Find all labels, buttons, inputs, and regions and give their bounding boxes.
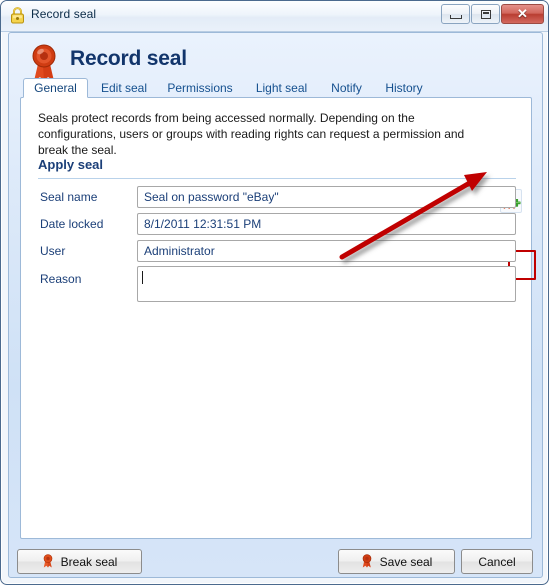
minimize-button[interactable] [441,4,470,24]
tab-history[interactable]: History [373,78,435,98]
seal-name-input[interactable] [137,186,516,208]
text-caret [142,271,143,284]
padlock-icon [11,7,24,24]
tab-notify[interactable]: Notify [319,78,374,98]
description-text: Seals protect records from being accesse… [38,111,465,157]
save-seal-button[interactable]: Save seal [338,549,455,574]
maximize-restore-button[interactable] [471,4,500,24]
date-locked-input[interactable] [137,213,516,235]
save-seal-label: Save seal [379,554,433,569]
user-input[interactable] [137,240,516,262]
close-button[interactable]: ✕ [501,4,544,24]
tab-general[interactable]: General [23,78,88,98]
tab-label: Notify [331,81,362,95]
section-heading: Apply seal [38,157,104,172]
tab-strip: General Edit seal Permissions Light seal… [19,78,534,98]
seal-icon [43,554,52,568]
tab-permissions[interactable]: Permissions [157,78,243,98]
tab-label: General [34,81,77,95]
cancel-button[interactable]: Cancel [461,549,533,574]
date-locked-label: Date locked [40,217,104,231]
seal-icon [362,554,371,568]
cancel-label: Cancel [478,554,516,569]
page-title: Record seal [70,47,187,70]
reason-textarea[interactable] [137,266,516,302]
break-seal-label: Break seal [60,554,118,569]
reason-label: Reason [40,272,82,286]
break-seal-button[interactable]: Break seal [17,549,142,574]
tab-content-panel: Seals protect records from being accesse… [20,97,536,539]
tab-label: Light seal [255,81,308,95]
tab-label: History [385,81,423,95]
section-divider [38,178,516,179]
title-bar: Record seal ✕ [1,1,548,32]
dialog-body: Record seal General Edit seal Permission… [8,32,543,578]
user-label: User [40,244,66,258]
tab-label: Edit seal [100,81,148,95]
seal-ribbon-icon [32,44,56,81]
tab-edit-seal[interactable]: Edit seal [89,78,159,98]
tab-light-seal[interactable]: Light seal [243,78,320,98]
seal-name-label: Seal name [40,190,98,204]
window-title: Record seal [31,7,97,21]
tab-label: Permissions [167,81,233,95]
close-icon: ✕ [517,6,528,21]
record-seal-dialog: Record seal ✕ Record seal General Edit s… [0,0,549,585]
